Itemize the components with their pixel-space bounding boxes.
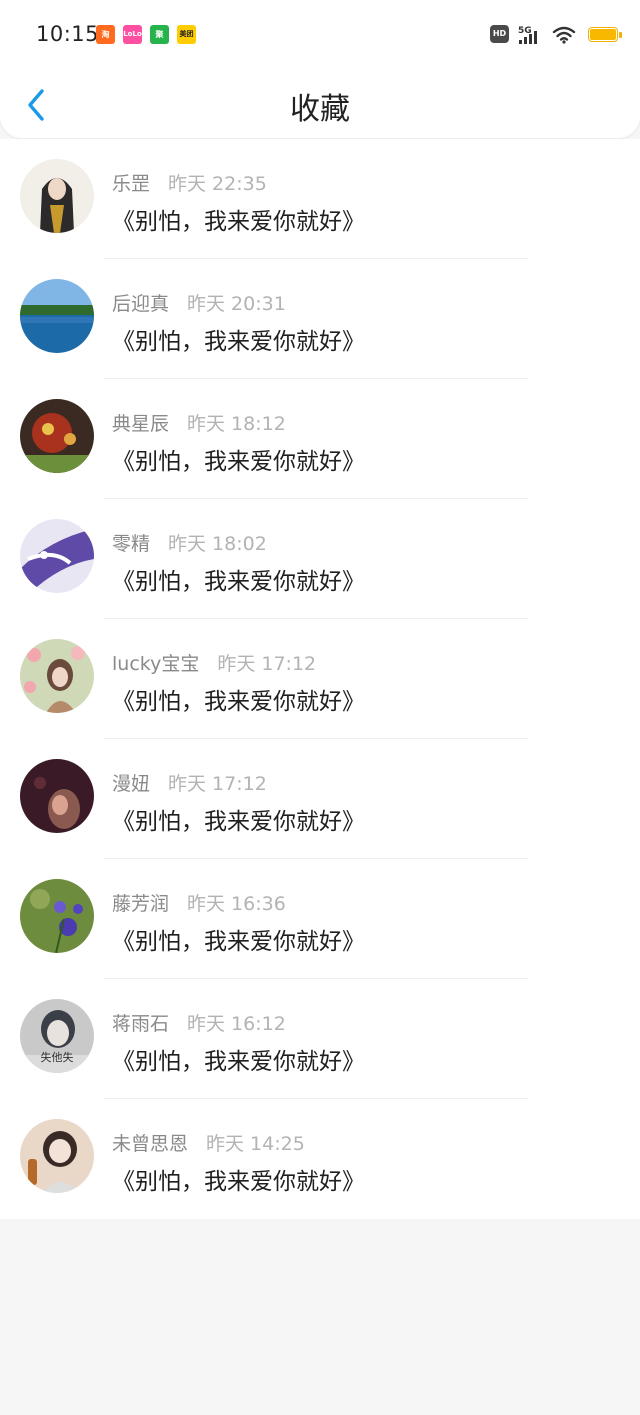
user-name[interactable]: 后迎真 — [112, 293, 169, 315]
favorite-item[interactable]: lucky宝宝 昨天 17:12 《别怕，我来爱你就好》 — [0, 619, 640, 739]
hd-icon: HD — [490, 25, 509, 43]
item-time: 昨天 17:12 — [217, 653, 317, 675]
item-time: 昨天 16:12 — [187, 1013, 286, 1035]
taobao-icon: 淘 — [96, 25, 115, 44]
favorite-item[interactable]: 失他失 蒋雨石 昨天 16:12 《别怕，我来爱你就好》 — [0, 979, 640, 1099]
item-time: 昨天 22:35 — [168, 173, 267, 195]
favorite-item[interactable]: 零精 昨天 18:02 《别怕，我来爱你就好》 — [0, 499, 640, 619]
favorite-item[interactable]: 后迎真 昨天 20:31 《别怕，我来爱你就好》 — [0, 259, 640, 379]
favorite-content[interactable]: 《别怕，我来爱你就好》 — [112, 682, 365, 716]
item-time: 昨天 18:12 — [187, 413, 286, 435]
avatar-caption: 失他失 — [40, 1051, 74, 1064]
avatar[interactable] — [20, 519, 94, 593]
favorite-content[interactable]: 《别怕，我来爱你就好》 — [112, 202, 365, 236]
signal-5g-icon: 5G — [518, 26, 537, 44]
user-name[interactable]: 零精 — [112, 533, 150, 555]
lolo-icon: LoLo — [123, 25, 142, 44]
item-meta: 后迎真 昨天 20:31 — [112, 289, 286, 315]
item-time: 昨天 14:25 — [206, 1133, 305, 1155]
favorite-item[interactable]: 未曾思恩 昨天 14:25 《别怕，我来爱你就好》 — [0, 1099, 640, 1219]
item-time: 昨天 17:12 — [168, 773, 267, 795]
status-time: 10:15 — [36, 22, 100, 46]
avatar[interactable] — [20, 279, 94, 353]
avatar[interactable] — [20, 159, 94, 233]
top-header: 10:15 淘 LoLo 聚 美团 HD 5G 收藏 — [0, 0, 640, 138]
item-meta: lucky宝宝 昨天 17:12 — [112, 649, 316, 675]
favorite-content[interactable]: 《别怕，我来爱你就好》 — [112, 1162, 365, 1196]
favorite-item[interactable]: 乐罡 昨天 22:35 《别怕，我来爱你就好》 — [0, 139, 640, 259]
user-name[interactable]: lucky宝宝 — [112, 653, 199, 675]
avatar[interactable] — [20, 639, 94, 713]
avatar[interactable]: 失他失 — [20, 999, 94, 1073]
favorites-list: 乐罡 昨天 22:35 《别怕，我来爱你就好》 后迎真 昨天 20:31 《别怕，我来爱你… — [0, 139, 640, 1219]
favorite-item[interactable]: 漫妞 昨天 17:12 《别怕，我来爱你就好》 — [0, 739, 640, 859]
wifi-icon — [552, 26, 576, 44]
user-name[interactable]: 乐罡 — [112, 173, 150, 195]
item-meta: 蒋雨石 昨天 16:12 — [112, 1009, 286, 1035]
favorite-item[interactable]: 典星辰 昨天 18:12 《别怕，我来爱你就好》 — [0, 379, 640, 499]
status-bar: 10:15 淘 LoLo 聚 美团 HD 5G — [0, 0, 640, 70]
item-meta: 藤芳润 昨天 16:36 — [112, 889, 286, 915]
battery-tip — [619, 32, 622, 38]
favorite-content[interactable]: 《别怕，我来爱你就好》 — [112, 322, 365, 356]
favorite-content[interactable]: 《别怕，我来爱你就好》 — [112, 922, 365, 956]
item-time: 昨天 18:02 — [168, 533, 267, 555]
battery-icon — [588, 27, 622, 42]
item-meta: 零精 昨天 18:02 — [112, 529, 267, 555]
user-name[interactable]: 藤芳润 — [112, 893, 169, 915]
favorite-content[interactable]: 《别怕，我来爱你就好》 — [112, 562, 365, 596]
meituan-icon: 美团 — [177, 25, 196, 44]
user-name[interactable]: 蒋雨石 — [112, 1013, 169, 1035]
juhuasuan-icon: 聚 — [150, 25, 169, 44]
avatar[interactable] — [20, 759, 94, 833]
page-title: 收藏 — [290, 92, 350, 127]
avatar[interactable] — [20, 399, 94, 473]
favorite-content[interactable]: 《别怕，我来爱你就好》 — [112, 442, 365, 476]
avatar[interactable] — [20, 1119, 94, 1193]
item-meta: 乐罡 昨天 22:35 — [112, 169, 267, 195]
item-meta: 未曾思恩 昨天 14:25 — [112, 1129, 305, 1155]
item-time: 昨天 16:36 — [187, 893, 286, 915]
status-indicators: HD 5G — [490, 24, 622, 46]
user-name[interactable]: 未曾思恩 — [112, 1133, 188, 1155]
avatar[interactable] — [20, 879, 94, 953]
user-name[interactable]: 典星辰 — [112, 413, 169, 435]
user-name[interactable]: 漫妞 — [112, 773, 150, 795]
favorite-content[interactable]: 《别怕，我来爱你就好》 — [112, 802, 365, 836]
favorite-item[interactable]: 藤芳润 昨天 16:36 《别怕，我来爱你就好》 — [0, 859, 640, 979]
battery-level — [590, 29, 616, 40]
item-meta: 典星辰 昨天 18:12 — [112, 409, 286, 435]
item-meta: 漫妞 昨天 17:12 — [112, 769, 267, 795]
item-time: 昨天 20:31 — [187, 293, 286, 315]
favorite-content[interactable]: 《别怕，我来爱你就好》 — [112, 1042, 365, 1076]
